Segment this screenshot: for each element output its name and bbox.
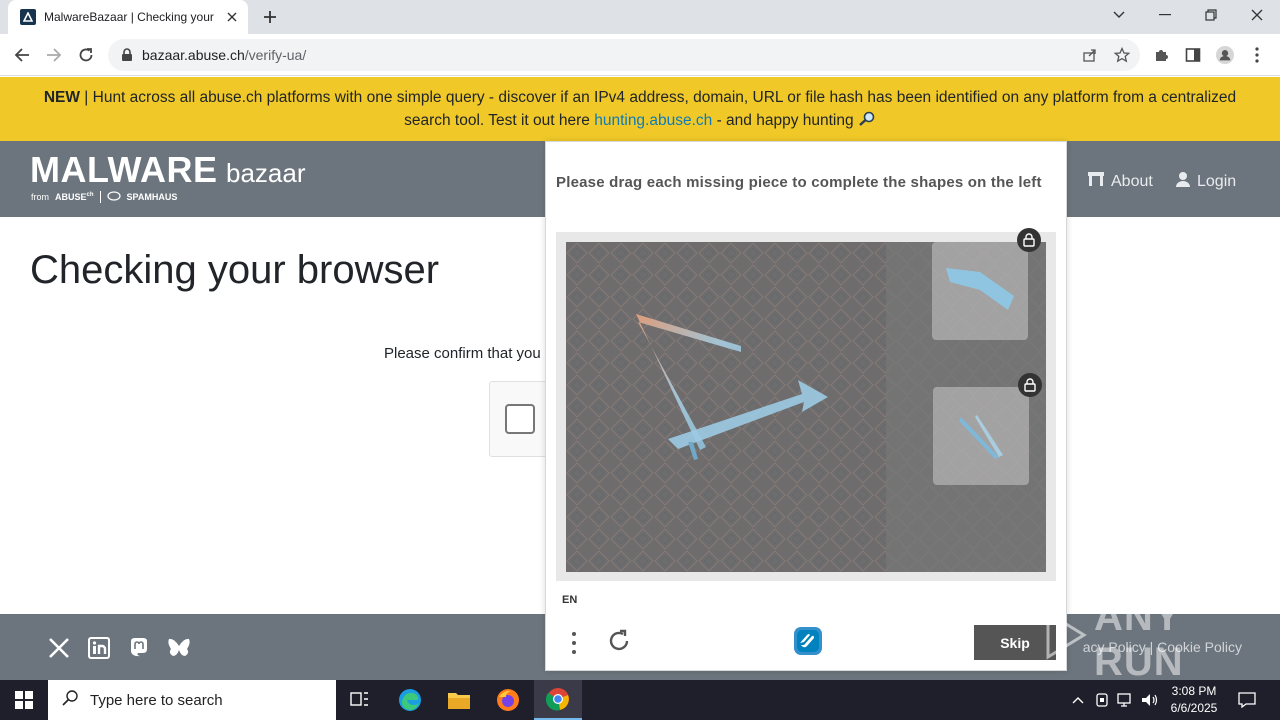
nav-login-link[interactable]: Login bbox=[1175, 171, 1236, 192]
tray-device-icon[interactable] bbox=[1092, 690, 1112, 710]
logo-tagline: from ABUSEch SPAMHAUS bbox=[31, 191, 177, 203]
chrome-taskbar-icon[interactable] bbox=[534, 680, 582, 720]
captcha-checkbox[interactable] bbox=[505, 404, 535, 434]
search-icon bbox=[62, 689, 78, 711]
browser-toolbar: bazaar.abuse.ch/verify-ua/ bbox=[0, 34, 1280, 76]
malwarebazaar-favicon-icon bbox=[20, 9, 36, 25]
hunting-link[interactable]: hunting.abuse.ch bbox=[594, 112, 712, 129]
browser-tab-strip: MalwareBazaar | Checking your bro bbox=[0, 0, 1280, 34]
lock-icon bbox=[1017, 228, 1041, 252]
anyrun-logo-icon bbox=[1040, 607, 1090, 673]
new-tab-button[interactable] bbox=[258, 6, 282, 28]
banner-text-end: - and happy hunting bbox=[712, 112, 858, 129]
minimize-window-icon[interactable] bbox=[1150, 4, 1180, 26]
challenge-area bbox=[556, 228, 1056, 581]
volume-icon[interactable] bbox=[1140, 690, 1160, 710]
banner-new-label: NEW bbox=[43, 89, 80, 106]
extensions-puzzle-icon[interactable] bbox=[1152, 46, 1170, 64]
nav-about-label: About bbox=[1111, 172, 1153, 190]
restore-window-icon[interactable] bbox=[1196, 4, 1226, 26]
captcha-challenge-modal: Please drag each missing piece to comple… bbox=[545, 141, 1067, 671]
profile-avatar-icon[interactable] bbox=[1216, 46, 1234, 64]
tray-chevron-up-icon[interactable] bbox=[1068, 690, 1088, 710]
linkedin-icon[interactable] bbox=[87, 636, 111, 660]
hcaptcha-logo-icon[interactable] bbox=[790, 623, 826, 659]
taskbar-clock[interactable]: 3:08 PM 6/6/2025 bbox=[1164, 683, 1224, 717]
language-selector[interactable]: EN bbox=[562, 594, 577, 606]
nav-about-link[interactable]: About bbox=[1087, 171, 1153, 192]
file-explorer-icon[interactable] bbox=[435, 680, 483, 720]
magnifier-icon bbox=[858, 111, 876, 129]
clock-date: 6/6/2025 bbox=[1170, 701, 1218, 715]
logo-spamhaus: SPAMHAUS bbox=[126, 192, 178, 202]
challenge-menu-icon[interactable] bbox=[564, 630, 584, 656]
announcement-banner: NEW | Hunt across all abuse.ch platforms… bbox=[0, 77, 1280, 141]
challenge-prompt: Please drag each missing piece to comple… bbox=[556, 174, 1042, 191]
side-panel-icon[interactable] bbox=[1184, 46, 1202, 64]
browser-menu-icon[interactable] bbox=[1248, 46, 1266, 64]
url-host: bazaar.abuse.ch bbox=[142, 47, 245, 63]
nav-login-label: Login bbox=[1197, 172, 1237, 190]
bluesky-icon[interactable] bbox=[167, 636, 191, 660]
lock-icon bbox=[1018, 373, 1042, 397]
close-tab-icon[interactable] bbox=[224, 9, 240, 25]
firefox-icon[interactable] bbox=[484, 680, 532, 720]
edge-browser-icon[interactable] bbox=[386, 680, 434, 720]
url-text: bazaar.abuse.ch/verify-ua/ bbox=[142, 47, 306, 63]
user-icon bbox=[1175, 171, 1191, 192]
home-icon bbox=[1087, 171, 1105, 192]
spamhaus-icon bbox=[106, 191, 121, 203]
refresh-challenge-icon[interactable] bbox=[606, 628, 632, 654]
close-window-icon[interactable] bbox=[1242, 4, 1272, 26]
url-path: /verify-ua/ bbox=[244, 47, 307, 63]
task-view-icon[interactable] bbox=[336, 680, 384, 720]
network-icon[interactable] bbox=[1116, 690, 1136, 710]
notifications-icon[interactable] bbox=[1237, 690, 1257, 710]
x-twitter-icon[interactable] bbox=[47, 636, 71, 660]
address-bar[interactable]: bazaar.abuse.ch/verify-ua/ bbox=[108, 39, 1140, 71]
logo-from: from bbox=[31, 192, 49, 202]
malwarebazaar-logo[interactable]: MALWARE bbox=[30, 149, 218, 191]
page-title: Checking your browser bbox=[30, 248, 440, 292]
anyrun-watermark: ANY RUN bbox=[1040, 595, 1280, 684]
windows-start-icon[interactable] bbox=[0, 680, 48, 720]
confirm-text: Please confirm that you bbox=[384, 345, 541, 362]
taskbar-search-box[interactable]: Type here to search bbox=[48, 680, 336, 720]
taskbar-search-placeholder: Type here to search bbox=[90, 691, 223, 709]
clock-time: 3:08 PM bbox=[1171, 684, 1217, 698]
mastodon-icon[interactable] bbox=[127, 636, 151, 660]
browser-tab-active[interactable]: MalwareBazaar | Checking your bro bbox=[8, 0, 248, 34]
forward-arrow-icon[interactable] bbox=[42, 43, 66, 67]
share-icon[interactable] bbox=[1082, 47, 1098, 63]
back-arrow-icon[interactable] bbox=[10, 43, 34, 67]
tab-title: MalwareBazaar | Checking your bro bbox=[44, 10, 214, 24]
draggable-piece-1[interactable] bbox=[932, 242, 1028, 340]
logo-abuse: ABUSEch bbox=[55, 192, 94, 202]
draggable-piece-2[interactable] bbox=[933, 387, 1029, 485]
watermark-text: ANY RUN bbox=[1094, 595, 1184, 684]
tab-search-chevron-icon[interactable] bbox=[1104, 4, 1134, 26]
windows-taskbar: Type here to search 3:08 PM 6/6/2025 bbox=[0, 680, 1280, 720]
bookmark-star-icon[interactable] bbox=[1113, 46, 1131, 63]
reload-icon[interactable] bbox=[74, 43, 98, 67]
lock-icon[interactable] bbox=[120, 48, 134, 62]
logo-subtitle: bazaar bbox=[226, 158, 306, 188]
